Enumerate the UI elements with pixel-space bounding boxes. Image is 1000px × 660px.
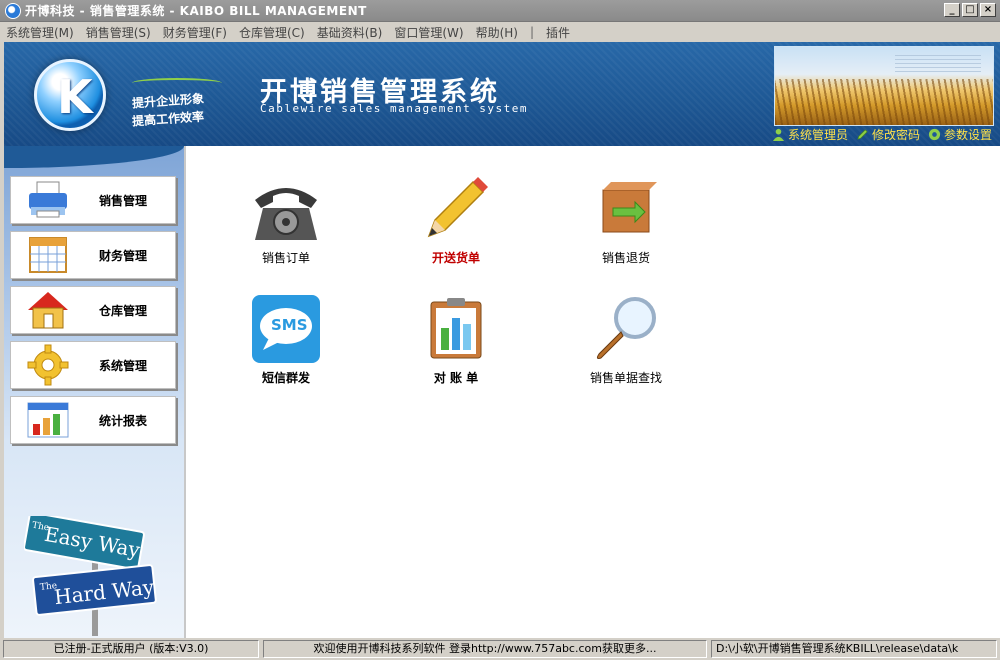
return-box-icon (602, 182, 657, 233)
clipboard-chart-icon (430, 298, 482, 359)
maximize-button[interactable]: □ (962, 3, 978, 17)
tile-label: 销售退货 (601, 251, 650, 265)
change-password-link[interactable]: 修改密码 (856, 126, 920, 143)
telephone-icon (255, 188, 317, 240)
tile-statement[interactable]: 对 账 单 (396, 294, 516, 394)
logo-letter: K (57, 70, 93, 124)
app-subtitle: Cablewire sales management system (260, 102, 529, 115)
admin-link[interactable]: 系统管理员 (772, 126, 848, 143)
status-bar: 已注册-正式版用户 (版本:V3.0) 欢迎使用开博科技系列软件 登录http:… (0, 638, 1000, 660)
calendar-icon (25, 235, 71, 275)
sidebar-item-warehouse[interactable]: 仓库管理 (10, 286, 176, 334)
sidebar-item-reports[interactable]: 统计报表 (10, 396, 176, 444)
menu-window[interactable]: 窗口管理(W) (394, 24, 463, 41)
tile-sales-return[interactable]: 销售退货 (566, 174, 686, 274)
settings-link-label: 参数设置 (943, 128, 992, 142)
minimize-button[interactable]: _ (944, 3, 960, 17)
magnifier-icon (596, 297, 656, 359)
tile-find-sales-doc[interactable]: 销售单据查找 (566, 294, 686, 394)
tile-delivery-note[interactable]: 开送货单 (396, 174, 516, 274)
settings-icon (928, 128, 941, 141)
sidebar-item-system[interactable]: 系统管理 (10, 341, 176, 389)
status-path: D:\小软\开博销售管理系统KBILL\release\data\k (711, 640, 997, 658)
settings-link[interactable]: 参数设置 (928, 126, 992, 143)
user-icon (772, 128, 785, 141)
sidebar-item-sales[interactable]: 销售管理 (10, 176, 176, 224)
printer-icon (25, 180, 71, 220)
pencil-icon (857, 129, 868, 140)
tile-label: 对 账 单 (433, 371, 479, 385)
menu-separator: | (529, 25, 535, 39)
tile-label: 开送货单 (431, 251, 480, 265)
pencil-icon (427, 177, 488, 238)
street-signs-image: The Easy Way The Hard Way (23, 511, 174, 636)
sms-icon-text: SMS (271, 316, 308, 334)
menu-system[interactable]: 系统管理(M) (6, 24, 74, 41)
header-banner: K 提升企业形象 提高工作效率 开博销售管理系统 Cablewire sales… (4, 42, 1000, 146)
tile-label: 销售订单 (261, 251, 310, 265)
tile-label: 短信群发 (261, 371, 310, 385)
sidebar-item-label: 统计报表 (99, 413, 148, 428)
tile-sales-order[interactable]: 销售订单 (226, 174, 346, 274)
bar-chart-icon (25, 400, 71, 440)
logo-icon: K (34, 59, 106, 131)
sidebar-item-label: 财务管理 (99, 248, 148, 263)
gear-icon (25, 344, 71, 386)
sidebar-item-finance[interactable]: 财务管理 (10, 231, 176, 279)
wheat-field-image (774, 46, 994, 126)
title-bar: 开博科技 - 销售管理系统 - KAIBO BILL MANAGEMENT _ … (0, 0, 1000, 22)
sidebar: 销售管理 财务管理 仓库管理 系统管理 统计报表 The Easy Way Th… (4, 146, 184, 638)
menu-plugins[interactable]: 插件 (546, 24, 570, 41)
header-links: 系统管理员 修改密码 参数设置 (772, 126, 992, 143)
main-panel: 销售订单 开送货单 销售退货 SMS 短信群发 对 账 单 销售单据查找 (184, 146, 1000, 638)
menu-bar: 系统管理(M) 销售管理(S) 财务管理(F) 仓库管理(C) 基础资料(B) … (0, 22, 1000, 42)
slogan-swoosh (132, 78, 222, 88)
sidebar-item-label: 系统管理 (99, 358, 148, 373)
close-button[interactable]: × (980, 3, 996, 17)
change-password-label: 修改密码 (871, 128, 920, 142)
status-registration: 已注册-正式版用户 (版本:V3.0) (3, 640, 259, 658)
menu-finance[interactable]: 财务管理(F) (163, 24, 227, 41)
house-icon (25, 290, 71, 330)
sidebar-item-label: 仓库管理 (99, 303, 148, 318)
app-icon (5, 2, 21, 19)
window-controls: _ □ × (944, 3, 996, 17)
tile-sms-broadcast[interactable]: SMS 短信群发 (226, 294, 346, 394)
menu-help[interactable]: 帮助(H) (476, 24, 518, 41)
sidebar-item-label: 销售管理 (99, 193, 148, 208)
status-welcome: 欢迎使用开博科技系列软件 登录http://www.757abc.com获取更多… (263, 640, 707, 658)
menu-sales[interactable]: 销售管理(S) (86, 24, 151, 41)
admin-link-label: 系统管理员 (787, 128, 848, 142)
menu-basic-data[interactable]: 基础资料(B) (317, 24, 383, 41)
tile-label: 销售单据查找 (589, 371, 662, 385)
window-title: 开博科技 - 销售管理系统 - KAIBO BILL MANAGEMENT (25, 4, 367, 18)
menu-warehouse[interactable]: 仓库管理(C) (239, 24, 305, 41)
